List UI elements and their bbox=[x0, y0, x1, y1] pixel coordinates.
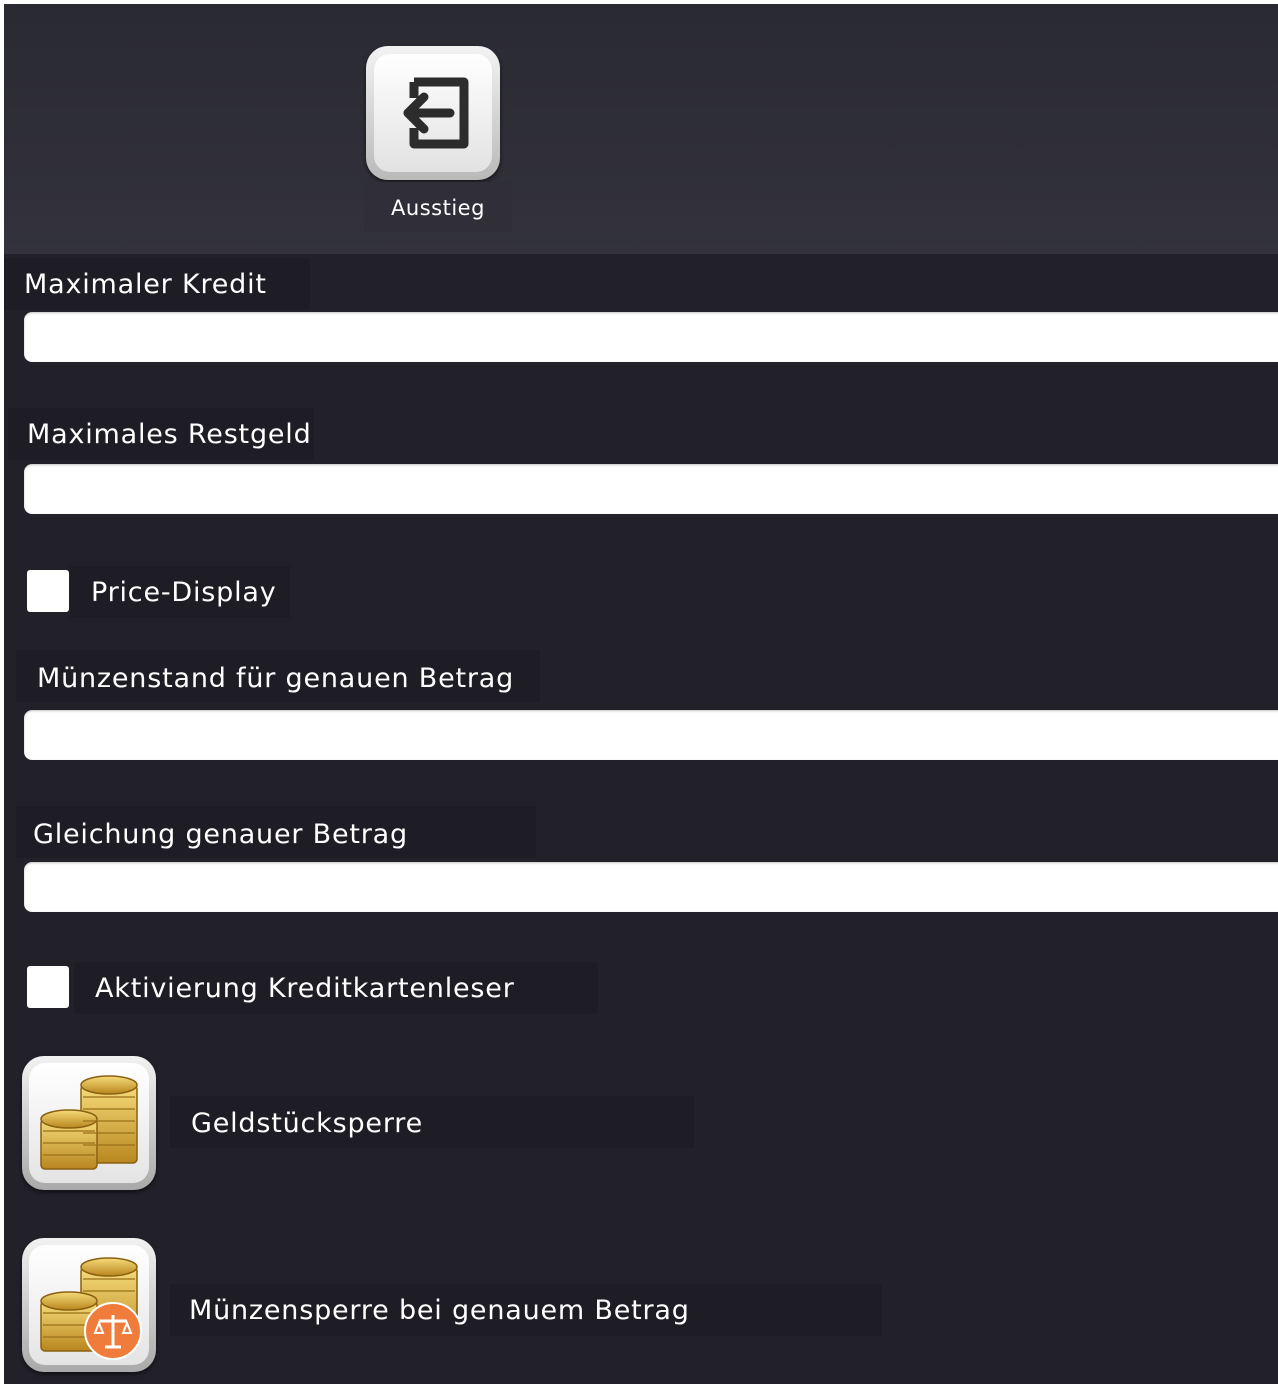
exit-arrow-icon bbox=[403, 77, 469, 149]
coin-lock-exact-label: Münzensperre bei genauem Betrag bbox=[189, 1295, 690, 1326]
max-credit-label: Maximaler Kredit bbox=[24, 269, 267, 300]
equation-exact-label: Gleichung genauer Betrag bbox=[33, 819, 408, 850]
coin-lock-button[interactable] bbox=[22, 1056, 156, 1190]
price-display-label: Price-Display bbox=[91, 577, 277, 608]
scale-badge-icon bbox=[84, 1302, 142, 1360]
coin-lock-exact-button[interactable] bbox=[22, 1238, 156, 1372]
equation-exact-input[interactable] bbox=[24, 862, 1278, 912]
card-reader-checkbox[interactable] bbox=[27, 966, 69, 1008]
coin-lock-label: Geldstücksperre bbox=[191, 1108, 423, 1139]
coin-stack-icon bbox=[40, 1075, 138, 1170]
coin-level-exact-input[interactable] bbox=[24, 710, 1278, 760]
exit-label-box: Ausstieg bbox=[364, 182, 512, 232]
max-credit-input[interactable] bbox=[24, 312, 1278, 362]
card-reader-label: Aktivierung Kreditkartenleser bbox=[95, 973, 515, 1004]
coin-level-exact-label: Münzenstand für genauen Betrag bbox=[37, 663, 515, 694]
settings-panel: Ausstieg Maximaler Kredit Maximales Rest… bbox=[4, 4, 1278, 1384]
exit-label: Ausstieg bbox=[391, 196, 485, 220]
coin-stack-scale-icon bbox=[40, 1257, 142, 1360]
price-display-checkbox[interactable] bbox=[27, 570, 69, 612]
top-toolbar: Ausstieg bbox=[4, 4, 1278, 254]
max-change-input[interactable] bbox=[24, 464, 1278, 514]
exit-button[interactable] bbox=[366, 46, 500, 180]
max-change-label: Maximales Restgeld bbox=[27, 419, 312, 450]
